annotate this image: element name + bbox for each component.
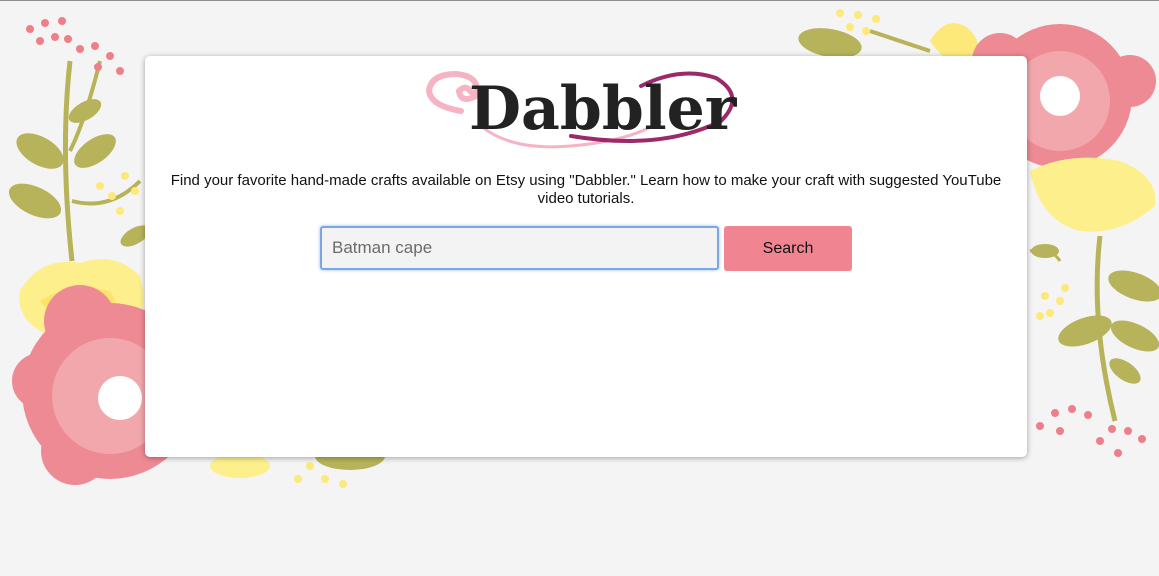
tagline: Find your favorite hand-made crafts avai… bbox=[170, 172, 1002, 207]
logo-text: Dabbler bbox=[469, 74, 737, 144]
search-button[interactable]: Search bbox=[724, 226, 852, 271]
dabbler-logo: Dabbler bbox=[421, 66, 741, 156]
search-input[interactable] bbox=[320, 226, 719, 270]
search-card: Dabbler Find your favorite hand-made cra… bbox=[145, 56, 1027, 457]
